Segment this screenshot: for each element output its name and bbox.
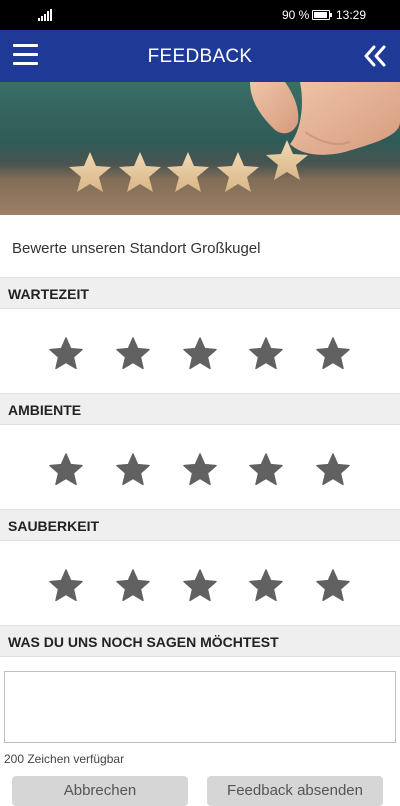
clock: 13:29	[336, 8, 367, 22]
star-icon[interactable]	[248, 452, 284, 488]
star-icon[interactable]	[115, 568, 151, 604]
section-header-comment: WAS DU UNS NOCH SAGEN MÖCHTEST	[0, 625, 400, 657]
star-icon[interactable]	[115, 452, 151, 488]
star-icon[interactable]	[115, 336, 151, 372]
status-bar: 90 % 13:29	[0, 0, 400, 30]
hero-image	[0, 82, 400, 215]
star-icon[interactable]	[182, 336, 218, 372]
star-icon[interactable]	[48, 568, 84, 604]
app-header: FEEDBACK	[0, 30, 400, 82]
section-header-ambiente: AMBIENTE	[0, 393, 400, 425]
battery-percent: 90 %	[282, 8, 310, 22]
star-icon[interactable]	[48, 452, 84, 488]
star-icon[interactable]	[182, 568, 218, 604]
star-icon[interactable]	[248, 336, 284, 372]
cancel-button[interactable]: Abbrechen	[12, 776, 188, 806]
submit-feedback-button[interactable]: Feedback absenden	[207, 776, 383, 806]
star-icon[interactable]	[248, 568, 284, 604]
rating-sauberkeit	[0, 557, 400, 617]
section-label: WARTEZEIT	[8, 286, 89, 302]
star-icon[interactable]	[48, 336, 84, 372]
star-icon[interactable]	[315, 568, 351, 604]
star-icon[interactable]	[182, 452, 218, 488]
rating-ambiente	[0, 441, 400, 501]
character-counter: 200 Zeichen verfügbar	[4, 752, 125, 766]
double-chevron-left-icon[interactable]	[362, 43, 388, 69]
rating-wartezeit	[0, 325, 400, 385]
section-header-wartezeit: WARTEZEIT	[0, 277, 400, 309]
star-icon[interactable]	[315, 336, 351, 372]
page-title: FEEDBACK	[147, 46, 253, 67]
comment-textarea[interactable]	[4, 671, 396, 743]
section-label: SAUBERKEIT	[8, 518, 100, 534]
battery-icon	[312, 10, 332, 20]
intro-text: Bewerte unseren Standort Großkugel	[12, 240, 261, 257]
section-header-sauberkeit: SAUBERKEIT	[0, 509, 400, 541]
signal-strength-icon	[38, 9, 52, 21]
section-label: WAS DU UNS NOCH SAGEN MÖCHTEST	[8, 634, 279, 650]
section-label: AMBIENTE	[8, 402, 82, 418]
star-icon[interactable]	[315, 452, 351, 488]
five-wooden-stars-photo	[0, 82, 400, 215]
